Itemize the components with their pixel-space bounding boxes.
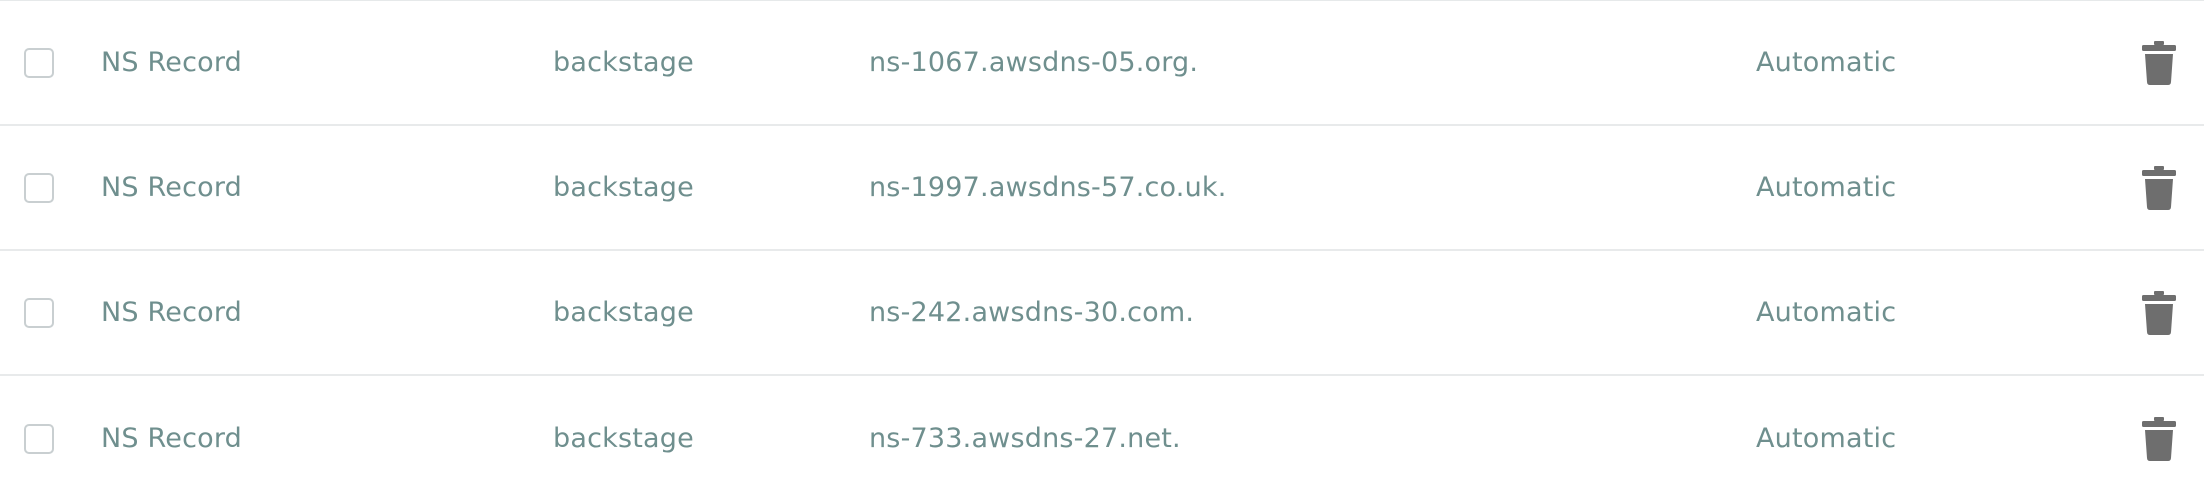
record-value-cell: ns-1067.awsdns-05.org. (869, 47, 1199, 78)
record-type-cell: NS Record (101, 423, 243, 454)
trash-icon[interactable] (2142, 416, 2176, 461)
row-select-checkbox[interactable] (24, 297, 54, 328)
record-type-cell: NS Record (101, 297, 243, 328)
trash-icon[interactable] (2142, 290, 2176, 335)
table-row: NS Record backstage ns-1997.awsdns-57.co… (0, 126, 2204, 251)
row-select-checkbox[interactable] (24, 172, 54, 203)
row-select-checkbox[interactable] (24, 423, 54, 454)
record-ttl-cell: Automatic (1756, 423, 1897, 454)
record-value-cell: ns-242.awsdns-30.com. (869, 297, 1195, 328)
table-row: NS Record backstage ns-733.awsdns-27.net… (0, 376, 2204, 501)
delete-record-button[interactable] (2142, 251, 2176, 374)
table-row: NS Record backstage ns-242.awsdns-30.com… (0, 251, 2204, 376)
delete-record-button[interactable] (2142, 1, 2176, 124)
record-ttl-cell: Automatic (1756, 297, 1897, 328)
record-name-cell: backstage (553, 297, 694, 328)
record-name-cell: backstage (553, 172, 694, 203)
record-ttl-cell: Automatic (1756, 172, 1897, 203)
record-type-cell: NS Record (101, 172, 243, 203)
record-name-cell: backstage (553, 47, 694, 78)
dns-records-table: NS Record backstage ns-1067.awsdns-05.or… (0, 0, 2204, 501)
table-row: NS Record backstage ns-1067.awsdns-05.or… (0, 1, 2204, 126)
delete-record-button[interactable] (2142, 376, 2176, 501)
record-value-cell: ns-733.awsdns-27.net. (869, 423, 1181, 454)
delete-record-button[interactable] (2142, 126, 2176, 249)
record-type-cell: NS Record (101, 47, 243, 78)
row-select-checkbox[interactable] (24, 47, 54, 78)
trash-icon[interactable] (2142, 40, 2176, 85)
record-ttl-cell: Automatic (1756, 47, 1897, 78)
trash-icon[interactable] (2142, 165, 2176, 210)
record-name-cell: backstage (553, 423, 694, 454)
record-value-cell: ns-1997.awsdns-57.co.uk. (869, 172, 1227, 203)
